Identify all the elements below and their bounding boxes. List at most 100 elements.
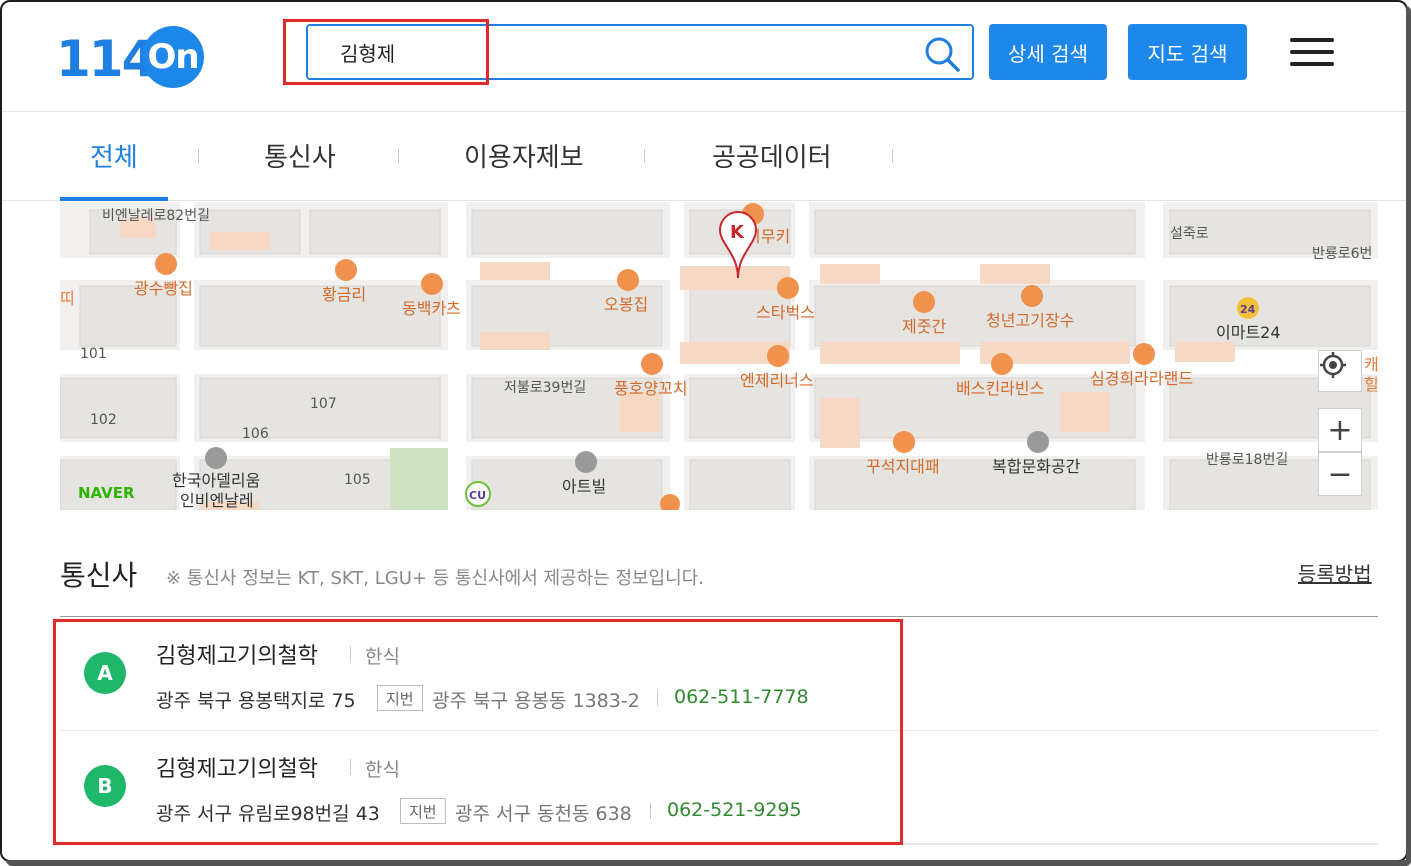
result-marker-b: B (84, 765, 126, 807)
zoom-out-button[interactable]: − (1318, 452, 1362, 496)
logo-114on[interactable]: 114 On (56, 24, 216, 88)
poi-label: 오봉집 (604, 295, 648, 314)
poi-label: 심경희라라랜드 (1090, 369, 1193, 388)
detail-search-button[interactable]: 상세 검색 (989, 24, 1107, 80)
tab-separator (644, 149, 645, 163)
tab-separator (892, 149, 893, 163)
tab-separator (198, 149, 199, 163)
building-icon (575, 451, 597, 473)
result-road-address: 광주 북구 용봉택지로 75 (156, 690, 356, 712)
section-note: ※ 통신사 정보는 KT, SKT, LGU+ 등 통신사에서 제공하는 정보입… (166, 568, 704, 589)
result-road-address: 광주 서구 유림로98번길 43 (156, 803, 380, 825)
restaurant-icon (991, 353, 1013, 375)
building-number: 105 (344, 472, 371, 488)
poi-label: 동백카츠 (402, 299, 461, 318)
poi-label: 힐 (1364, 375, 1378, 394)
poi-label: 광수빵집 (134, 279, 193, 298)
tab-all[interactable]: 전체 (90, 137, 138, 174)
address-separator (657, 690, 658, 706)
jibun-badge: 지번 (400, 798, 446, 824)
cafe-icon (777, 277, 799, 299)
building-number: 102 (90, 412, 117, 428)
cu-label: CU (469, 489, 486, 502)
section-title: 통신사 (60, 559, 138, 592)
building-icon (205, 447, 227, 469)
pin-marker-label: K (730, 222, 745, 243)
tab-separator (398, 149, 399, 163)
poi-label: 인비엔날레 (180, 491, 254, 510)
register-method-link[interactable]: 등록방법 (1298, 558, 1372, 587)
category-tabs: 전체 통신사 이용자제보 공공데이터 (2, 113, 1406, 201)
result-category: 한식 (365, 646, 400, 668)
poi-label: 청년고기장수 (986, 311, 1074, 330)
restaurant-icon (1133, 343, 1155, 365)
poi-label: 캐 (1364, 355, 1378, 374)
poi-label: 제줏간 (902, 317, 946, 336)
logo-on-badge: On (142, 26, 204, 88)
restaurant-icon (155, 253, 177, 275)
poi-label: 이마트24 (1216, 323, 1281, 342)
poi-label: 풍호양꼬치 (614, 379, 688, 398)
result-category: 한식 (365, 759, 400, 781)
restaurant-icon (617, 269, 639, 291)
current-location-button[interactable] (1318, 350, 1362, 392)
jibun-badge: 지번 (377, 685, 423, 711)
section-divider (60, 616, 1378, 617)
street-label: 비엔날레로82번길 (102, 208, 210, 224)
zoom-in-button[interactable]: + (1318, 408, 1362, 452)
search-icon[interactable] (922, 34, 962, 74)
browser-frame: 114 On 상세 검색 지도 검색 전체 통신사 이용자제보 공공데이터 (0, 0, 1408, 862)
result-jibun-address: 광주 서구 동천동 638 (455, 803, 632, 825)
poi-label: 황금리 (322, 285, 366, 304)
emart24-badge: 24 (1240, 303, 1256, 316)
restaurant-icon (913, 291, 935, 313)
search-box (306, 24, 974, 80)
result-name[interactable]: 김형제고기의철학 (156, 751, 318, 783)
frame-shadow (6, 860, 1411, 866)
hamburger-menu-icon[interactable] (1290, 38, 1334, 68)
category-separator (350, 759, 351, 775)
result-jibun-address: 광주 북구 용봉동 1383-2 (432, 690, 640, 712)
restaurant-icon (335, 259, 357, 281)
poi-label: 꾸석지대패 (866, 457, 940, 476)
search-input[interactable] (340, 36, 900, 68)
street-label: 반룡로6번 (1312, 246, 1372, 262)
tab-telecom[interactable]: 통신사 (264, 137, 336, 174)
restaurant-icon (421, 273, 443, 295)
map-search-button[interactable]: 지도 검색 (1128, 24, 1247, 80)
result-phone[interactable]: 062-511-7778 (674, 686, 809, 708)
result-phone[interactable]: 062-521-9295 (667, 799, 802, 821)
active-tab-indicator (60, 197, 168, 201)
poi-label: 복합문화공간 (992, 457, 1081, 476)
frame-shadow (1406, 6, 1411, 866)
street-label: 저불로39번길 (504, 380, 586, 396)
culture-icon (1027, 431, 1049, 453)
poi-label: 엔제리너스 (740, 371, 814, 390)
cafe-icon (767, 345, 789, 367)
tab-public-data[interactable]: 공공데이터 (712, 137, 832, 174)
naver-logo: NAVER (78, 484, 135, 502)
map-view[interactable]: 비엔날레로82번길 설죽로 반룡로6번 저불로39번길 반룡로18번길 101 … (60, 202, 1378, 510)
restaurant-icon (1021, 285, 1043, 307)
street-label: 반룡로18번길 (1206, 452, 1288, 468)
poi-label: 스타벅스 (756, 303, 815, 322)
building-number: 101 (80, 346, 107, 362)
poi-label: 아트빌 (562, 477, 606, 496)
poi-label: 배스킨라빈스 (956, 379, 1044, 398)
poi-label: 한국아델리움 (172, 471, 260, 490)
crosshair-icon (1320, 352, 1346, 378)
tab-user-report[interactable]: 이용자제보 (464, 137, 584, 174)
logo-number: 114 (56, 30, 156, 88)
building-number: 106 (242, 426, 269, 442)
result-item[interactable]: B 김형제고기의철학 한식 광주 서구 유림로98번길 43 지번 광주 서구 … (60, 731, 1378, 844)
result-name[interactable]: 김형제고기의철학 (156, 638, 318, 670)
header: 114 On 상세 검색 지도 검색 (2, 2, 1406, 112)
building-number: 107 (310, 396, 337, 412)
poi-label: 띠 (60, 289, 75, 308)
restaurant-icon (893, 431, 915, 453)
street-label: 설죽로 (1170, 226, 1209, 242)
restaurant-icon (641, 353, 663, 375)
result-item[interactable]: A 김형제고기의철학 한식 광주 북구 용봉택지로 75 지번 광주 북구 용봉… (60, 618, 1378, 731)
map-canvas: 비엔날레로82번길 설죽로 반룡로6번 저불로39번길 반룡로18번길 101 … (60, 202, 1378, 510)
result-marker-a: A (84, 652, 126, 694)
